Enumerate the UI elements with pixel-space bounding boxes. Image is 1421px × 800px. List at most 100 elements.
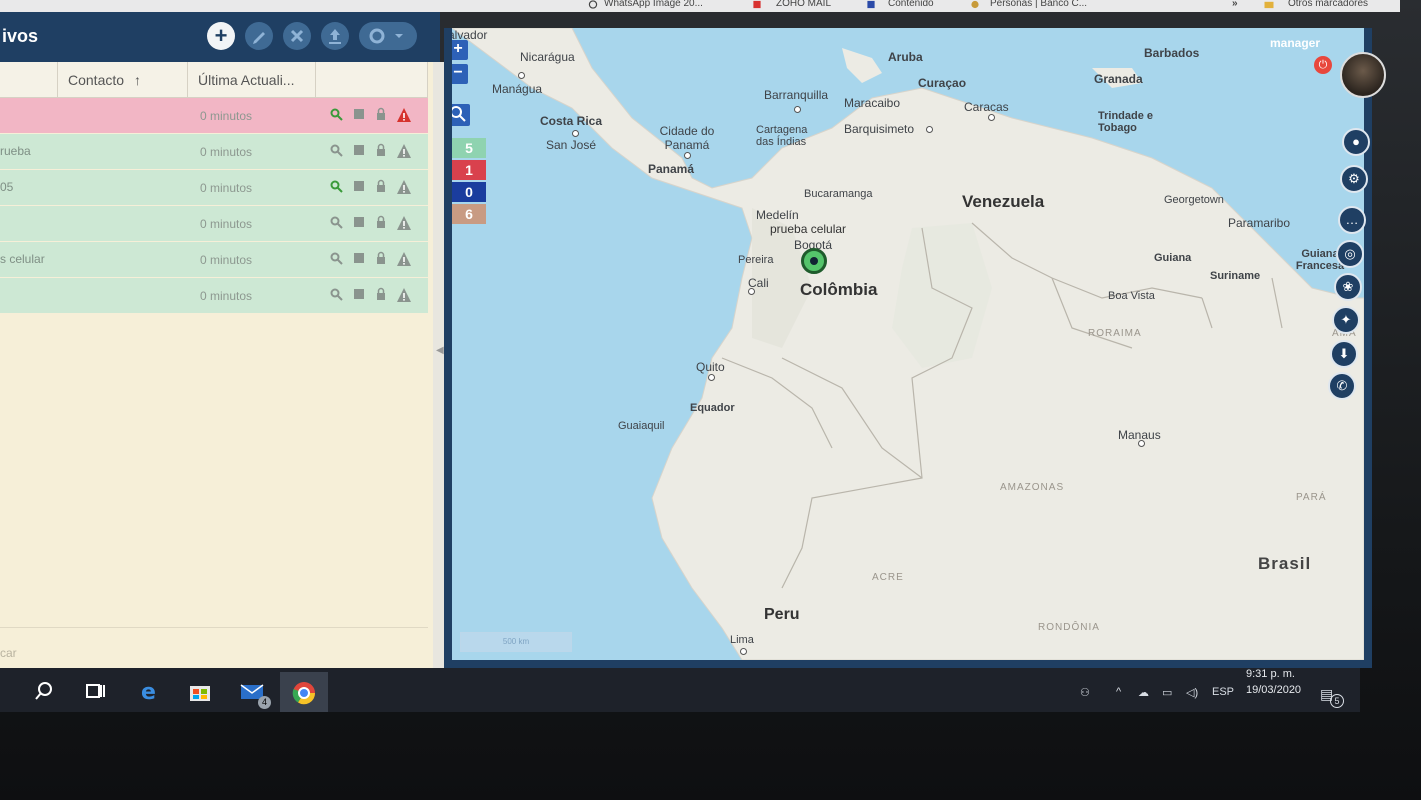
status-count-badge[interactable]: 0 — [452, 182, 486, 202]
map-label-colombia: Colômbia — [800, 280, 878, 299]
search-icon — [452, 106, 466, 122]
upload-icon — [329, 29, 341, 44]
settings-dropdown-button[interactable] — [359, 22, 417, 50]
warning-icon[interactable] — [396, 179, 412, 195]
bookmarks-bar: WhatsApp Image 20... ZOHO MAIL Contenido… — [0, 0, 1400, 12]
add-button[interactable]: + — [207, 22, 235, 50]
chrome-taskbar-button[interactable] — [280, 672, 328, 712]
lock-icon[interactable] — [374, 179, 388, 193]
key-icon[interactable] — [330, 107, 344, 121]
map-label-cartagena: Cartagena das Índias — [756, 124, 808, 148]
warning-icon[interactable] — [396, 143, 412, 159]
status-count-badge[interactable]: 5 — [452, 138, 486, 158]
task-view-icon[interactable] — [84, 680, 108, 702]
location-button[interactable]: ● — [1342, 128, 1370, 156]
table-row[interactable]: 05 0 minutos — [0, 170, 428, 205]
clock-date[interactable]: 19/03/2020 — [1246, 684, 1301, 696]
stop-icon[interactable] — [352, 107, 366, 121]
upload-button[interactable] — [321, 22, 349, 50]
city-dot — [708, 374, 715, 381]
stop-icon[interactable] — [352, 287, 366, 301]
windows-taskbar: e 4 ⚇ ^ ☁ ▭ ◁) ESP ▤ 5 — [0, 668, 1360, 712]
table-row[interactable]: 0 minutos — [0, 206, 428, 241]
battery-icon[interactable]: ▭ — [1162, 686, 1172, 699]
stop-icon[interactable] — [352, 251, 366, 265]
lock-icon[interactable] — [374, 251, 388, 265]
stop-icon[interactable] — [352, 215, 366, 229]
people-icon[interactable]: ⚇ — [1080, 686, 1090, 699]
volume-icon[interactable]: ◁) — [1186, 686, 1198, 699]
lock-icon[interactable] — [374, 215, 388, 229]
key-icon[interactable] — [330, 287, 344, 301]
bookmark-other[interactable]: Otros marcadores — [1288, 0, 1368, 9]
avatar[interactable] — [1340, 52, 1386, 98]
column-name-header[interactable] — [0, 62, 58, 98]
key-icon[interactable] — [330, 251, 344, 265]
map-label-para: PARÁ — [1296, 492, 1327, 503]
table-row[interactable]: rueba 0 minutos — [0, 134, 428, 169]
search-icon[interactable] — [32, 680, 56, 702]
download-button[interactable]: ⬇ — [1330, 340, 1358, 368]
last-update: 0 minutos — [200, 145, 253, 159]
map-label-nicaragua: Nicarágua — [520, 50, 575, 64]
search-input[interactable]: car — [0, 646, 17, 660]
lock-icon[interactable] — [374, 143, 388, 157]
delete-button[interactable] — [283, 22, 311, 50]
collapse-arrow-icon[interactable]: ◀ — [436, 345, 444, 357]
sort-arrow-icon: ↑ — [133, 72, 141, 88]
warning-icon[interactable] — [396, 107, 412, 123]
zoho-bookmark-icon — [753, 0, 761, 9]
map-label-costa-rica: Costa Rica — [540, 114, 603, 128]
bookmark-whatsapp[interactable]: WhatsApp Image 20... — [604, 0, 703, 9]
status-count-badge[interactable]: 6 — [452, 204, 486, 224]
status-count-badge[interactable]: 1 — [452, 160, 486, 180]
key-icon[interactable] — [330, 215, 344, 229]
store-icon[interactable] — [188, 680, 212, 702]
logout-button[interactable]: ⏻ — [1314, 56, 1332, 74]
cloud-icon[interactable]: ☁ — [1138, 686, 1149, 699]
lock-icon[interactable] — [374, 287, 388, 301]
panel-splitter[interactable] — [433, 62, 444, 668]
column-updated-header[interactable]: Última Actuali... — [188, 62, 316, 98]
key-icon[interactable] — [330, 143, 344, 157]
compass-icon: ✦ — [1340, 312, 1352, 327]
lock-icon[interactable] — [374, 107, 388, 121]
edit-button[interactable] — [245, 22, 273, 50]
table-row[interactable]: s celular 0 minutos — [0, 242, 428, 277]
chat-icon: … — [1345, 212, 1359, 227]
settings-button[interactable]: ⚙ — [1340, 165, 1368, 193]
search-bar[interactable]: car — [0, 627, 428, 668]
target-button[interactable]: ◎ — [1336, 240, 1364, 268]
table-row[interactable]: 0 minutos — [0, 278, 428, 313]
device-marker[interactable] — [801, 248, 827, 274]
last-update: 0 minutos — [200, 217, 253, 231]
zoom-in-button[interactable]: + — [452, 40, 468, 60]
bookmark-contenido[interactable]: Contenido — [888, 0, 934, 9]
bookmark-zoho[interactable]: ZOHO MAIL — [776, 0, 831, 9]
table-row[interactable]: 0 minutos — [0, 98, 428, 133]
map-search-button[interactable] — [452, 104, 470, 126]
warning-icon[interactable] — [396, 287, 412, 303]
whatsapp-button[interactable]: ✆ — [1328, 372, 1356, 400]
chevron-up-icon[interactable]: ^ — [1116, 686, 1121, 698]
stop-icon[interactable] — [352, 143, 366, 157]
bookmark-personas[interactable]: Personas | Banco C... — [990, 0, 1087, 9]
bookmarks-overflow[interactable]: » — [1232, 0, 1238, 9]
paw-button[interactable]: ❀ — [1334, 273, 1362, 301]
warning-icon[interactable] — [396, 251, 412, 267]
map-label-suriname: Suriname — [1210, 270, 1261, 282]
column-contact-header[interactable]: Contacto ↑ — [58, 62, 188, 98]
username: manager — [1270, 36, 1321, 50]
language-indicator[interactable]: ESP — [1212, 686, 1234, 698]
zoom-out-button[interactable]: − — [452, 64, 468, 84]
map-view[interactable]: Salvador Nicarágua Manágua Costa Rica Sa… — [452, 28, 1364, 660]
map-label-trinidade: Trindade e Tobago — [1098, 110, 1154, 134]
chat-button[interactable]: … — [1338, 206, 1366, 234]
key-icon[interactable] — [330, 179, 344, 193]
stop-icon[interactable] — [352, 179, 366, 193]
edge-icon[interactable]: e — [138, 680, 162, 702]
compass-button[interactable]: ✦ — [1332, 306, 1360, 334]
map-label-panama: Panamá — [648, 162, 695, 176]
clock-time[interactable]: 9:31 p. m. — [1246, 668, 1295, 680]
warning-icon[interactable] — [396, 215, 412, 231]
